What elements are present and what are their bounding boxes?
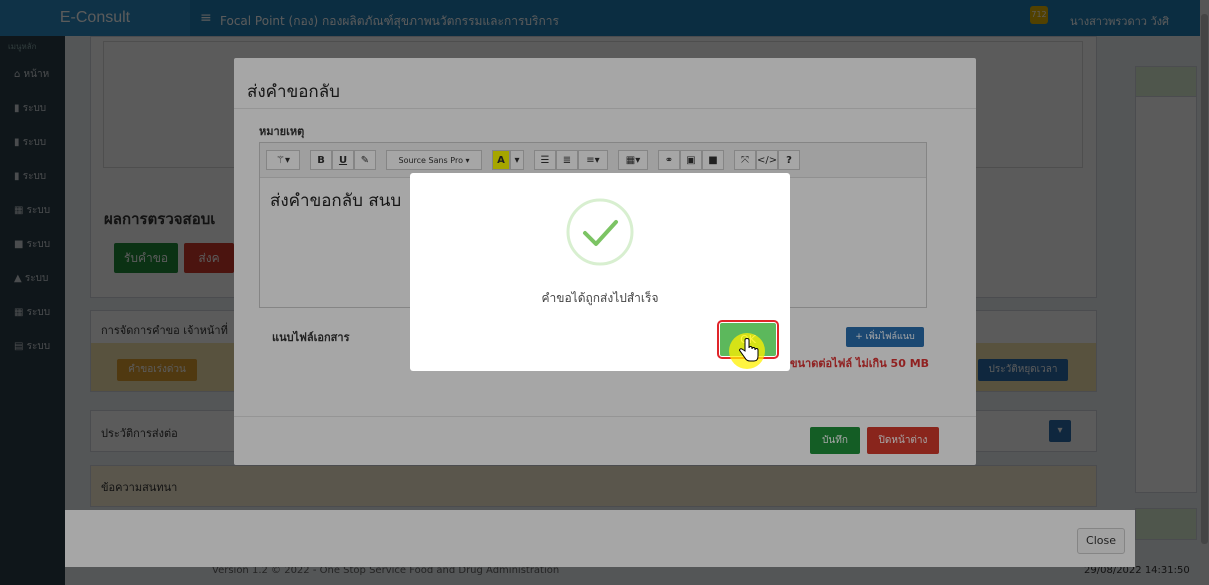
hand-cursor-icon (739, 338, 759, 362)
alert-message: คำขอได้ถูกส่งไปสำเร็จ (541, 291, 659, 305)
success-check-icon (566, 198, 634, 266)
page: E-Consult ≡ Focal Point (กอง) กองผลิตภัณ… (0, 0, 1209, 585)
